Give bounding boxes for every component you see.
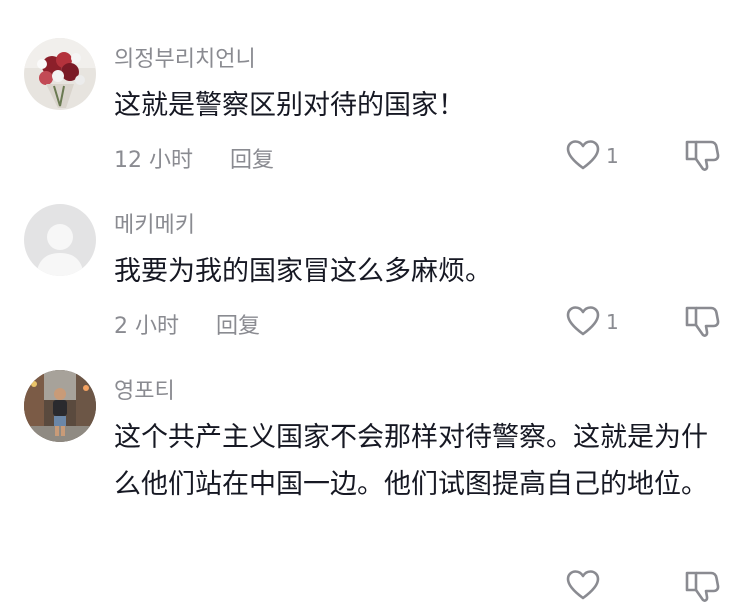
comment-username[interactable]: 영포티	[114, 373, 175, 405]
comment-meta: 2 小时 回复	[114, 308, 260, 340]
like-button[interactable]	[566, 305, 600, 337]
heart-icon	[566, 306, 600, 336]
dislike-button[interactable]	[684, 569, 720, 603]
comment-username[interactable]: 의정부리치언니	[114, 41, 256, 73]
like-button[interactable]	[566, 139, 600, 171]
dislike-button[interactable]	[684, 304, 720, 338]
street-photo-avatar-image	[24, 370, 96, 442]
like-count: 1	[606, 144, 619, 168]
thumbs-down-icon	[685, 306, 720, 337]
default-user-avatar-icon	[24, 204, 96, 276]
comment-text: 我要为我的国家冒这么多麻烦。	[114, 256, 492, 287]
previous-comment-fragment	[0, 0, 750, 6]
thumbs-down-icon	[685, 571, 720, 602]
dislike-button[interactable]	[684, 138, 720, 172]
comment-text: 这就是警察区别对待的国家！	[114, 90, 465, 121]
avatar[interactable]	[24, 204, 96, 276]
avatar[interactable]	[24, 370, 96, 442]
comment-timestamp: 2 小时	[114, 314, 179, 339]
like-button[interactable]	[566, 569, 600, 601]
heart-icon	[566, 140, 600, 170]
thumbs-down-icon	[685, 140, 720, 171]
comment-text: 这个共产主义国家不会那样对待警察。这就是为什么他们站在中国一边。他们试图提高自己…	[114, 422, 708, 500]
comment-timestamp: 12 小时	[114, 148, 193, 173]
previous-comment-actions	[0, 0, 750, 6]
reply-button[interactable]: 回复	[216, 314, 260, 339]
like-count: 1	[606, 310, 619, 334]
heart-icon	[566, 570, 600, 600]
avatar[interactable]	[24, 38, 96, 110]
reply-button[interactable]: 回复	[230, 148, 274, 173]
comment-meta: 12 小时 回复	[114, 142, 274, 174]
comment-username[interactable]: 메키메키	[114, 207, 195, 239]
flower-bouquet-avatar-image	[24, 38, 96, 110]
